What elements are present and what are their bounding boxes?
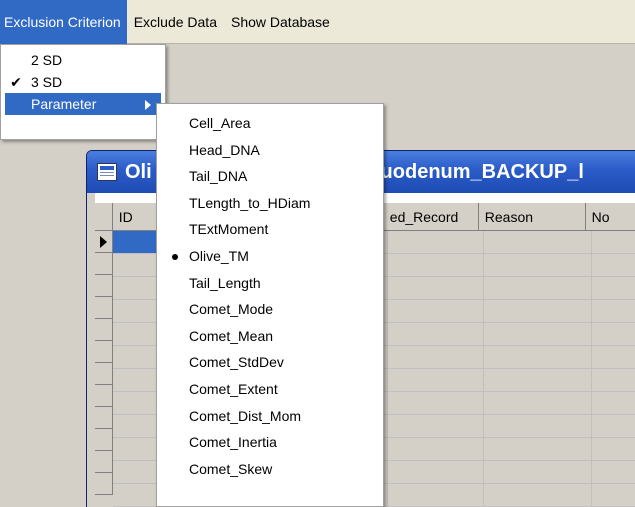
submenu-arrow-icon bbox=[145, 100, 151, 110]
menu-item-3sd[interactable]: ✔ 3 SD bbox=[1, 71, 165, 93]
menu-exclude-data[interactable]: Exclude Data bbox=[127, 0, 224, 44]
column-header-no[interactable]: No bbox=[585, 203, 635, 231]
menu-item-2sd[interactable]: 2 SD bbox=[1, 49, 165, 71]
param-olive-tm[interactable]: Olive_TM bbox=[157, 243, 383, 270]
row-selector[interactable] bbox=[95, 451, 113, 473]
radio-bullet-icon bbox=[172, 253, 178, 260]
row-selector[interactable] bbox=[95, 275, 113, 297]
menu-show-database[interactable]: Show Database bbox=[224, 0, 337, 44]
window-title-left: Oli bbox=[125, 160, 152, 183]
row-selector[interactable] bbox=[95, 363, 113, 385]
param-comet-dist-mom[interactable]: Comet_Dist_Mom bbox=[157, 403, 383, 430]
parameter-submenu: Cell_Area Head_DNA Tail_DNA TLength_to_H… bbox=[156, 103, 384, 507]
param-comet-mean[interactable]: Comet_Mean bbox=[157, 323, 383, 350]
select-all-corner[interactable] bbox=[95, 203, 113, 231]
row-selector[interactable] bbox=[95, 385, 113, 407]
table-icon bbox=[97, 163, 117, 181]
param-tlength-to-hdiam[interactable]: TLength_to_HDiam bbox=[157, 190, 383, 217]
param-comet-extent[interactable]: Comet_Extent bbox=[157, 376, 383, 403]
row-selector[interactable] bbox=[95, 319, 113, 341]
row-selector[interactable] bbox=[95, 429, 113, 451]
current-record-indicator[interactable] bbox=[95, 231, 113, 253]
param-comet-stddev[interactable]: Comet_StdDev bbox=[157, 349, 383, 376]
menu-item-label: Parameter bbox=[31, 96, 97, 112]
param-textmoment[interactable]: TExtMoment bbox=[157, 216, 383, 243]
param-comet-skew[interactable]: Comet_Skew bbox=[157, 456, 383, 483]
menu-exclusion-criterion[interactable]: Exclusion Criterion bbox=[0, 0, 127, 44]
param-comet-inertia[interactable]: Comet_Inertia bbox=[157, 429, 383, 456]
row-selector[interactable] bbox=[95, 253, 113, 275]
row-selector-column bbox=[95, 231, 113, 507]
column-header-reason[interactable]: Reason bbox=[478, 203, 586, 231]
param-cell-area[interactable]: Cell_Area bbox=[157, 110, 383, 137]
param-tail-length[interactable]: Tail_Length bbox=[157, 270, 383, 297]
checkmark-icon: ✔ bbox=[10, 74, 22, 90]
column-header-record[interactable]: ed_Record bbox=[383, 203, 479, 231]
param-comet-mode[interactable]: Comet_Mode bbox=[157, 296, 383, 323]
menu-item-label: 3 SD bbox=[31, 74, 63, 90]
row-selector[interactable] bbox=[95, 407, 113, 429]
param-tail-dna[interactable]: Tail_DNA bbox=[157, 163, 383, 190]
row-selector[interactable] bbox=[95, 473, 113, 495]
menu-bar: Exclusion Criterion Exclude Data Show Da… bbox=[0, 0, 635, 44]
param-head-dna[interactable]: Head_DNA bbox=[157, 137, 383, 164]
row-selector[interactable] bbox=[95, 297, 113, 319]
exclusion-criterion-menu: 2 SD ✔ 3 SD Parameter bbox=[0, 44, 166, 140]
menu-item-label: 2 SD bbox=[31, 52, 63, 68]
row-selector[interactable] bbox=[95, 341, 113, 363]
menu-item-parameter[interactable]: Parameter bbox=[5, 93, 161, 115]
